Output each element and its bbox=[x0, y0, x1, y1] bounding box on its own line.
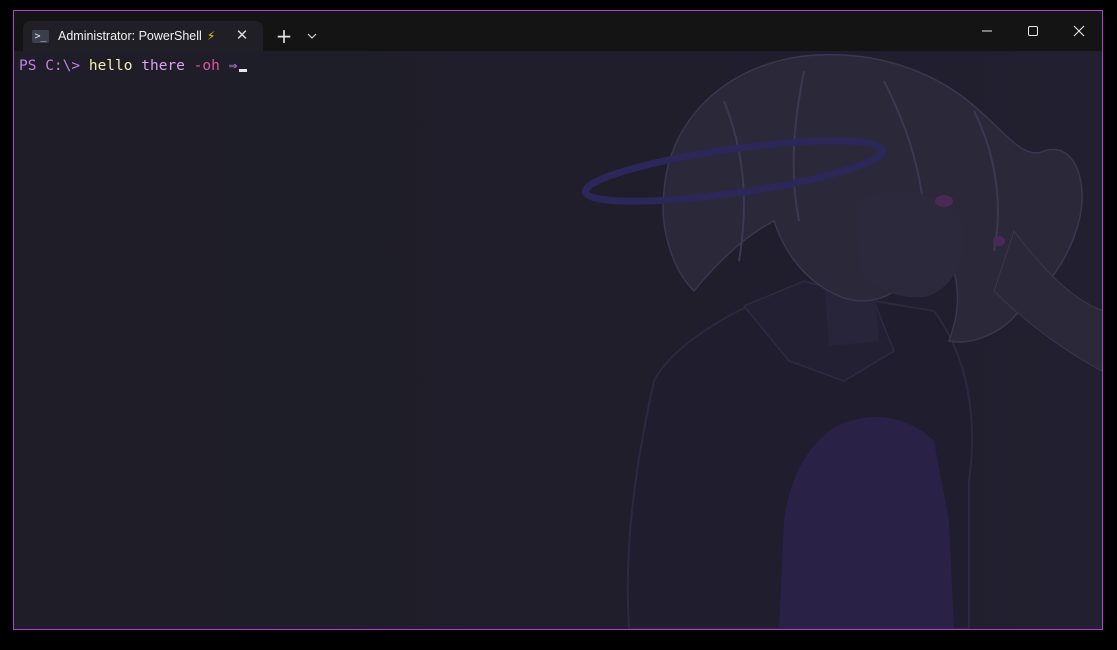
parameter-text: -oh bbox=[193, 58, 220, 74]
terminal-pane[interactable]: PS C:\> hello there -oh ⇒ bbox=[14, 51, 1102, 629]
minimize-button[interactable] bbox=[967, 17, 1007, 45]
shell-prompt: PS C:\> bbox=[19, 58, 89, 74]
close-icon bbox=[1073, 25, 1085, 37]
maximize-button[interactable] bbox=[1013, 17, 1053, 45]
new-tab-button[interactable]: + bbox=[272, 24, 296, 48]
text-cursor bbox=[239, 69, 248, 72]
maximize-icon bbox=[1028, 26, 1038, 36]
tab-dropdown-button[interactable] bbox=[302, 25, 322, 47]
background-character-image bbox=[581, 53, 1102, 629]
close-window-button[interactable] bbox=[1059, 17, 1099, 45]
title-bar[interactable]: >_ Administrator: PowerShell ⚡ ✕ + bbox=[14, 11, 1102, 51]
minimize-icon bbox=[982, 30, 992, 32]
terminal-window: >_ Administrator: PowerShell ⚡ ✕ + PS C:… bbox=[13, 10, 1103, 630]
lightning-icon: ⚡ bbox=[206, 29, 216, 43]
powershell-icon: >_ bbox=[32, 29, 49, 43]
chevron-down-icon bbox=[307, 33, 317, 39]
tab-title: Administrator: PowerShell bbox=[58, 29, 202, 43]
terminal-command-line[interactable]: PS C:\> hello there -oh ⇒ bbox=[19, 57, 248, 75]
argument-text: there bbox=[141, 58, 185, 74]
tab-close-button[interactable]: ✕ bbox=[234, 27, 250, 43]
tab-powershell[interactable]: >_ Administrator: PowerShell ⚡ ✕ bbox=[23, 21, 263, 51]
arrow-glyph: ⇒ bbox=[228, 58, 238, 74]
command-text: hello bbox=[88, 58, 133, 74]
